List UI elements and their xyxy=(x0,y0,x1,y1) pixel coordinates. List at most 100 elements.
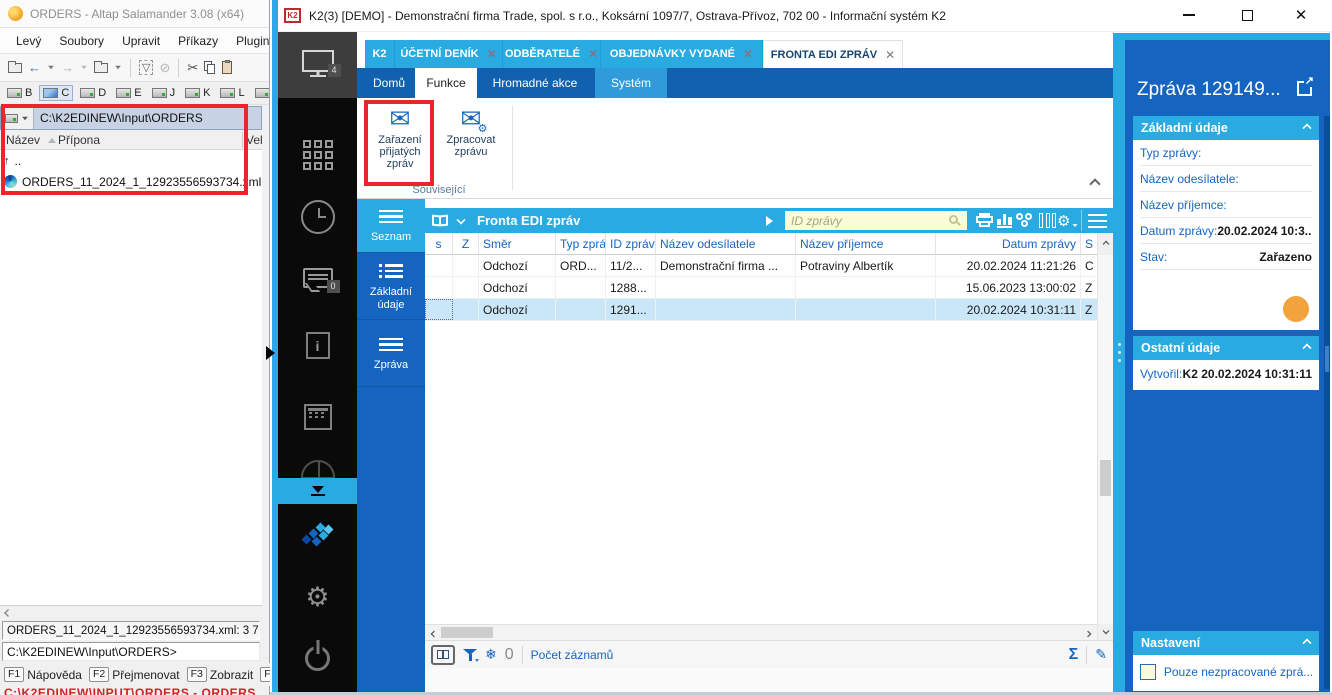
ribbon-collapse-icon[interactable] xyxy=(1089,178,1101,190)
view-tab-zakladni-udaje[interactable]: Základní údaje xyxy=(357,254,425,320)
edit-pencil-icon[interactable]: ✎ xyxy=(1095,646,1107,663)
panel-scroll-thumb[interactable] xyxy=(1325,346,1329,372)
menu-prikazy[interactable]: Příkazy xyxy=(178,34,218,48)
column-name[interactable]: Název xyxy=(6,133,40,147)
snowflake-icon[interactable]: ❄ xyxy=(485,646,497,663)
list-item-updir[interactable]: ↑ .. xyxy=(0,150,262,171)
collapse-icon[interactable] xyxy=(1302,638,1312,648)
hscroll-left-icon[interactable] xyxy=(430,630,438,638)
chart-icon[interactable] xyxy=(997,213,1012,228)
close-tab-icon[interactable]: ✕ xyxy=(487,47,497,61)
ribbon-tab-hromadne-akce[interactable]: Hromadné akce xyxy=(483,68,587,98)
vscroll-thumb[interactable] xyxy=(1100,460,1111,496)
col-z[interactable]: Z xyxy=(453,233,479,255)
column-size[interactable]: Velik xyxy=(246,133,262,147)
col-nazev-prijemce[interactable]: Název příjemce xyxy=(796,233,936,255)
sidebar-history-button[interactable] xyxy=(278,200,357,234)
parent-folder-icon[interactable] xyxy=(8,60,22,73)
sidebar-power-button[interactable] xyxy=(278,646,357,671)
record-count-label[interactable]: Počet záznamů xyxy=(531,648,614,662)
hotpath-folder-icon[interactable] xyxy=(94,60,108,73)
card-header[interactable]: Základní údaje xyxy=(1133,116,1319,140)
sidebar-k2-logo-button[interactable] xyxy=(278,520,357,548)
sidebar-info-button[interactable]: i xyxy=(278,332,357,359)
sidebar-settings-button[interactable]: ⚙ xyxy=(278,584,357,611)
drive-e[interactable]: E xyxy=(113,86,144,100)
table-row-selected[interactable]: Odchozí 1291... 20.02.2024 10:31:11 Z xyxy=(425,299,1097,321)
column-ext[interactable]: Přípona xyxy=(58,133,100,147)
fkey-f2[interactable]: F2 Přejmenovat xyxy=(88,667,180,682)
tab-odberatele[interactable]: ODBĚRATELÉ ✕ xyxy=(503,40,601,68)
hamburger-menu-icon[interactable] xyxy=(1088,210,1107,232)
fkey-f3[interactable]: F3 Zobrazit xyxy=(186,667,253,682)
table-settings-gear-icon[interactable]: ⚙ xyxy=(1057,212,1070,230)
sidebar-modules-button[interactable] xyxy=(278,140,357,170)
view-tab-zprava[interactable]: Zpráva xyxy=(357,321,425,387)
book-icon[interactable] xyxy=(432,214,448,227)
panel-splitter[interactable] xyxy=(1113,33,1125,692)
col-smer[interactable]: Směr xyxy=(479,233,556,255)
back-icon[interactable]: ← xyxy=(28,61,41,74)
tab-fronta-edi-zprav[interactable]: FRONTA EDI ZPRÁV ✕ xyxy=(763,40,903,68)
fkey-f4[interactable]: F4U xyxy=(260,667,270,682)
sum-icon[interactable]: Σ xyxy=(1069,646,1079,664)
tab-ucetni-denik[interactable]: ÚČETNÍ DENÍK ✕ xyxy=(395,40,503,68)
back-dropdown-icon[interactable] xyxy=(48,65,54,70)
sidebar-calendar-button[interactable] xyxy=(278,404,357,430)
drive-partial[interactable] xyxy=(252,87,269,99)
vscrollbar-track[interactable] xyxy=(1097,255,1113,624)
maximize-button[interactable] xyxy=(1224,0,1270,30)
search-input[interactable] xyxy=(785,211,967,230)
path-bar[interactable]: C:\K2EDINEW\Input\ORDERS xyxy=(0,106,262,130)
copy-icon[interactable] xyxy=(204,61,216,74)
col-stav[interactable]: S xyxy=(1081,233,1097,255)
sidebar-desktop-button[interactable]: 4 xyxy=(278,50,357,77)
col-id-zpravy[interactable]: ID zprávy xyxy=(606,233,656,255)
col-nazev-odesilatele[interactable]: Název odesílatele xyxy=(656,233,796,255)
table-row[interactable]: Odchozí 1288... 15.06.2023 13:00:02 Z xyxy=(425,277,1097,299)
card-header[interactable]: Nastavení xyxy=(1133,631,1319,655)
hscroll-thumb[interactable] xyxy=(441,627,493,638)
collapse-icon[interactable] xyxy=(1302,343,1312,353)
file-pane-hscrollbar[interactable] xyxy=(0,605,262,620)
col-typ-zpravy[interactable]: Typ zprávy xyxy=(556,233,606,255)
footer-book-icon[interactable] xyxy=(431,644,455,665)
col-datum-zpravy[interactable]: Datum zprávy xyxy=(936,233,1081,255)
button-zpracovat-zpravu[interactable]: ✉ ⚙ Zpracovat zprávu xyxy=(439,104,503,182)
view-tab-seznam[interactable]: Seznam xyxy=(357,199,425,253)
sidebar-messages-button[interactable]: 0 xyxy=(278,268,357,293)
cut-icon[interactable]: ✂ xyxy=(187,60,198,76)
close-tab-icon[interactable]: ✕ xyxy=(743,47,753,61)
search-icon[interactable] xyxy=(949,215,958,224)
drive-c[interactable]: C xyxy=(39,85,74,101)
card-header[interactable]: Ostatní údaje xyxy=(1133,336,1319,360)
close-tab-icon[interactable]: ✕ xyxy=(588,47,598,61)
ribbon-tab-system[interactable]: Systém xyxy=(595,68,667,98)
forward-dropdown-icon[interactable] xyxy=(81,65,87,70)
drive-j[interactable]: J xyxy=(149,86,179,100)
panel-expander-arrow-icon[interactable] xyxy=(266,346,275,360)
path-drive-selector[interactable] xyxy=(1,107,34,129)
command-line[interactable]: C:\K2EDINEW\Input\ORDERS> xyxy=(2,642,260,661)
menu-soubory[interactable]: Soubory xyxy=(59,34,104,48)
salamander-titlebar[interactable]: ORDERS - Altap Salamander 3.08 (x64) xyxy=(0,0,269,28)
play-icon[interactable] xyxy=(766,215,773,226)
button-zarazeni-prijatych-zprav[interactable]: ✉ Zařazení přijatých zpráv xyxy=(368,104,432,182)
print-icon[interactable] xyxy=(976,213,993,227)
group-icon[interactable] xyxy=(1016,213,1034,228)
gear-dropdown-icon[interactable] xyxy=(1072,224,1078,227)
drive-k[interactable]: K xyxy=(182,86,213,100)
drive-b[interactable]: B xyxy=(4,86,35,100)
tab-k2[interactable]: K2 xyxy=(365,40,395,68)
table-row[interactable]: Odchozí ORD... 11/2... Demonstrační firm… xyxy=(425,255,1097,277)
forward-icon[interactable]: → xyxy=(61,61,74,74)
hscrollbar[interactable] xyxy=(425,624,1097,640)
col-s[interactable]: s xyxy=(425,233,453,255)
vscroll-up-button[interactable] xyxy=(1097,233,1113,255)
scroll-left-icon[interactable] xyxy=(4,609,12,617)
ribbon-tab-domu[interactable]: Domů xyxy=(365,68,413,98)
ribbon-tab-funkce[interactable]: Funkce xyxy=(415,68,477,98)
paste-icon[interactable] xyxy=(222,60,233,74)
filter-icon[interactable]: ▽ xyxy=(139,60,154,75)
menu-upravit[interactable]: Upravit xyxy=(122,34,160,48)
